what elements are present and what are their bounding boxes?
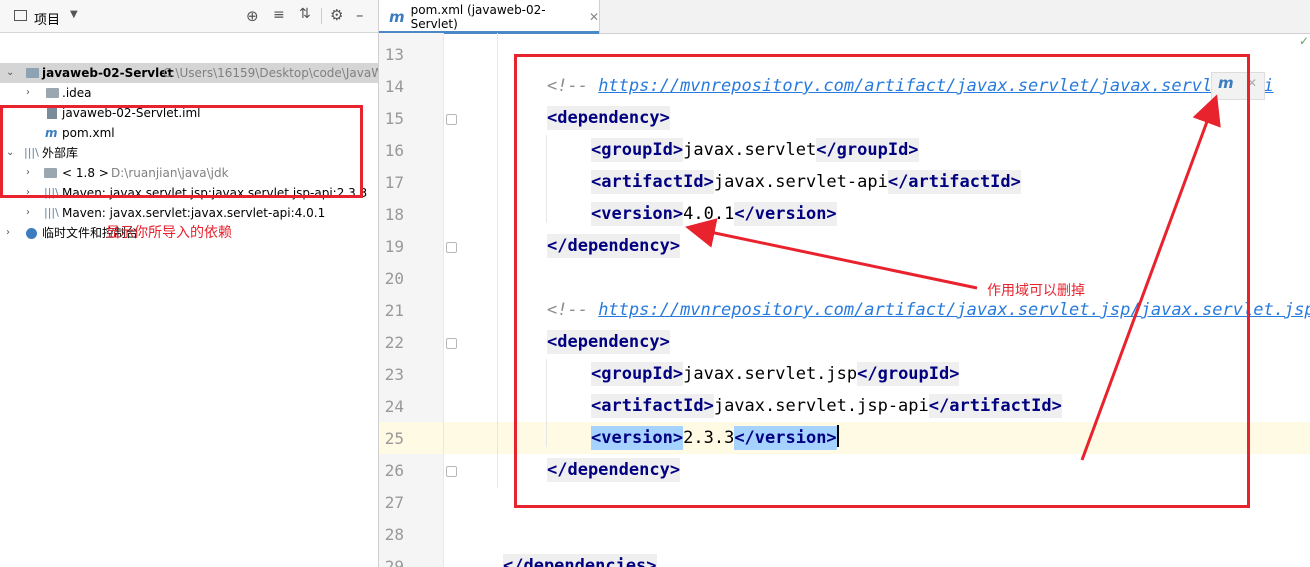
- tree-item-label: .idea: [62, 86, 92, 100]
- chevron-down-icon[interactable]: ▼: [70, 9, 78, 20]
- fold-marker[interactable]: [446, 466, 457, 477]
- tab-pom-xml[interactable]: m pom.xml (javaweb-02-Servlet) ✕: [379, 0, 600, 34]
- maven-file-icon: m: [389, 7, 405, 26]
- fold-marker[interactable]: [446, 338, 457, 349]
- collapse-all-icon[interactable]: ⇅: [299, 6, 311, 22]
- line-number: 18: [384, 205, 404, 224]
- xml-tag: </dependencies>: [503, 554, 657, 567]
- chevron-down-icon[interactable]: ⌄: [6, 63, 16, 78]
- line-number: 13: [384, 45, 404, 64]
- hide-panel-icon[interactable]: –: [356, 6, 364, 24]
- tree-item-label: Maven: javax.servlet:javax.servlet-api:4…: [62, 206, 326, 220]
- annotation-scope: 作用域可以删掉: [987, 283, 1085, 299]
- inspection-ok-icon[interactable]: ✓: [1299, 34, 1309, 48]
- code-line-29[interactable]: </dependencies>: [503, 550, 657, 567]
- line-number: 16: [384, 141, 404, 160]
- gear-icon[interactable]: ⚙: [330, 6, 343, 24]
- line-number: 15: [384, 109, 404, 128]
- line-number: 20: [384, 269, 404, 288]
- chevron-right-icon[interactable]: ›: [6, 223, 16, 238]
- editor: m pom.xml (javaweb-02-Servlet) ✕ 13 14 15 1…: [379, 0, 1310, 567]
- annotation-box-libraries: [0, 105, 363, 198]
- line-number: 19: [384, 237, 404, 256]
- chevron-right-icon[interactable]: ›: [26, 203, 36, 218]
- project-toolbar: 项目 ▼ ⊕ ≡ ⇅ ⚙ –: [0, 0, 378, 33]
- fold-marker[interactable]: [446, 114, 457, 125]
- annotation-libraries: 显示你所导入的依赖: [106, 225, 232, 241]
- tree-item-project-root[interactable]: ⌄ javaweb-02-Servlet C:\Users\16159\Desk…: [0, 63, 378, 83]
- folder-icon: [26, 68, 39, 78]
- library-icon: |||\: [44, 206, 59, 219]
- project-view-icon: [14, 10, 27, 21]
- fold-marker[interactable]: [446, 242, 457, 253]
- chevron-right-icon[interactable]: ›: [26, 83, 36, 98]
- line-number: 28: [384, 525, 404, 544]
- project-panel: 项目 ▼ ⊕ ≡ ⇅ ⚙ – ⌄ javaweb-02-Servlet C:\U…: [0, 0, 379, 567]
- line-number: 17: [384, 173, 404, 192]
- scratches-icon: [26, 228, 37, 239]
- project-path: C:\Users\16159\Desktop\code\JavaW: [163, 66, 379, 80]
- indent-guide: [497, 33, 498, 488]
- line-number: 26: [384, 461, 404, 480]
- annotation-box-dependencies: [514, 54, 1250, 508]
- editor-tabbar: m pom.xml (javaweb-02-Servlet) ✕: [379, 0, 1310, 34]
- line-number: 22: [384, 333, 404, 352]
- locate-icon[interactable]: ⊕: [246, 7, 259, 25]
- project-view-label[interactable]: 项目: [34, 9, 60, 28]
- line-number: 25: [384, 429, 404, 448]
- project-name: javaweb-02-Servlet: [42, 66, 174, 80]
- line-number: 27: [384, 493, 404, 512]
- expand-all-icon[interactable]: ≡: [273, 7, 285, 23]
- divider: [321, 8, 322, 24]
- folder-icon: [46, 88, 59, 98]
- close-icon[interactable]: ✕: [589, 10, 599, 24]
- line-number: 29: [384, 557, 404, 567]
- tab-label: pom.xml (javaweb-02-Servlet): [410, 2, 546, 31]
- line-number: 14: [384, 77, 404, 96]
- line-number: 24: [384, 397, 404, 416]
- line-number: 23: [384, 365, 404, 384]
- line-number: 21: [384, 301, 404, 320]
